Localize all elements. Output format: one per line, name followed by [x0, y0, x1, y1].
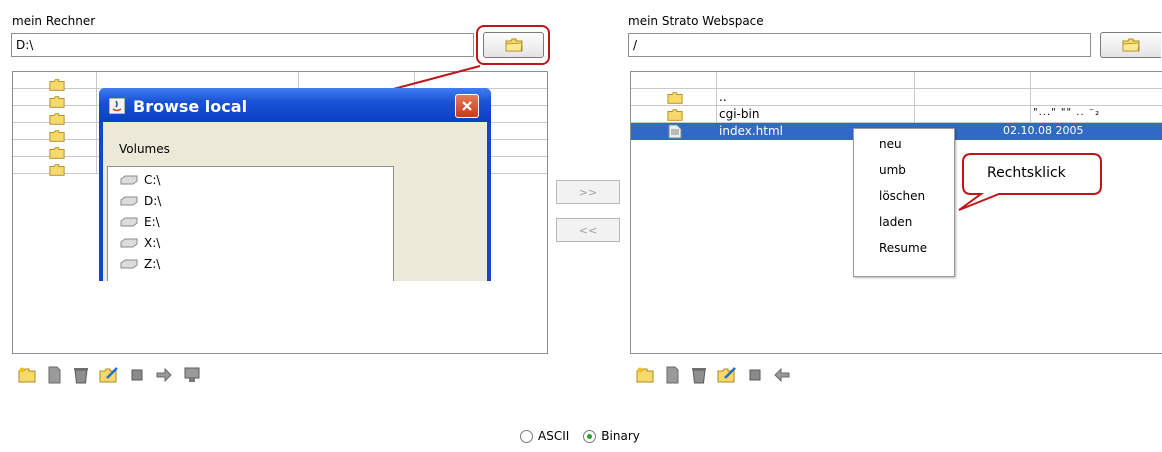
table-row[interactable]: .. — [631, 89, 1162, 106]
trash-icon[interactable] — [72, 366, 90, 384]
monitor-icon[interactable] — [182, 366, 202, 384]
stop-icon[interactable] — [128, 366, 146, 384]
drive-icon — [120, 175, 138, 185]
file-name: index.html — [719, 124, 783, 138]
local-toolbar — [18, 366, 202, 384]
volumes-label: Volumes — [119, 142, 170, 156]
menu-item-rename[interactable]: umb — [879, 163, 906, 177]
table-row[interactable]: cgi-bin "..." "" .. ⁻₂ — [631, 106, 1162, 123]
transfer-mode: ASCII Binary — [520, 429, 640, 443]
folder-icon — [49, 113, 65, 125]
trash-icon[interactable] — [690, 366, 708, 384]
java-icon — [109, 98, 125, 114]
rename-icon[interactable] — [99, 366, 119, 384]
file-icon — [668, 124, 682, 139]
arrow-right-icon[interactable] — [155, 366, 173, 384]
volumes-list[interactable]: C:\ D:\ E:\ X:\ Z:\ — [107, 166, 394, 281]
volume-item[interactable]: E:\ — [120, 212, 160, 232]
volume-item[interactable]: D:\ — [120, 191, 161, 211]
folder-icon — [49, 164, 65, 176]
callout-bubble — [958, 153, 1102, 211]
dialog-title: Browse local — [133, 97, 248, 116]
file-date: "..." "" .. ⁻₂ — [1033, 107, 1101, 118]
dialog-close-button[interactable] — [455, 94, 479, 118]
remote-browse-button[interactable] — [1100, 32, 1161, 58]
folder-icon — [49, 96, 65, 108]
menu-item-delete[interactable]: löschen — [879, 189, 925, 203]
folder-icon — [1122, 38, 1140, 52]
drive-icon — [120, 238, 138, 248]
arrow-left-icon[interactable] — [773, 366, 791, 384]
volume-label: D:\ — [144, 194, 162, 208]
binary-label: Binary — [601, 429, 640, 443]
new-folder-icon[interactable] — [636, 366, 654, 384]
callout-text: Rechtsklick — [987, 165, 1066, 181]
menu-item-load[interactable]: laden — [879, 215, 912, 229]
new-folder-icon[interactable] — [18, 366, 36, 384]
drive-icon — [120, 196, 138, 206]
close-icon — [462, 101, 472, 111]
volume-item[interactable]: X:\ — [120, 233, 160, 253]
volume-label: C:\ — [144, 173, 161, 187]
upload-button[interactable]: >> — [556, 180, 620, 204]
volume-item[interactable]: Z:\ — [120, 254, 160, 274]
folder-icon — [49, 147, 65, 159]
local-title: mein Rechner — [12, 14, 96, 28]
local-browse-button[interactable] — [483, 32, 544, 58]
stop-icon[interactable] — [746, 366, 764, 384]
remote-path-input[interactable]: / — [628, 33, 1091, 57]
context-menu: neu umb löschen laden Resume — [853, 128, 955, 277]
dialog-body: Volumes C:\ D:\ E:\ X:\ Z:\ — [103, 122, 487, 281]
drive-icon — [120, 217, 138, 227]
ascii-label: ASCII — [538, 429, 570, 443]
file-name: .. — [719, 90, 727, 104]
file-icon[interactable] — [663, 366, 681, 384]
folder-icon — [667, 92, 683, 104]
volume-label: Z:\ — [144, 257, 161, 271]
folder-icon — [49, 130, 65, 142]
folder-icon — [49, 79, 65, 91]
file-name: cgi-bin — [719, 107, 760, 121]
drive-icon — [120, 259, 138, 269]
remote-toolbar — [636, 366, 791, 384]
rename-icon[interactable] — [717, 366, 737, 384]
download-button[interactable]: << — [556, 218, 620, 242]
menu-item-new[interactable]: neu — [879, 137, 902, 151]
ascii-radio[interactable] — [520, 429, 533, 443]
volume-label: X:\ — [144, 236, 161, 250]
menu-item-resume[interactable]: Resume — [879, 241, 927, 255]
folder-icon — [505, 38, 522, 52]
binary-radio[interactable] — [583, 429, 597, 443]
remote-title: mein Strato Webspace — [628, 14, 764, 28]
file-icon[interactable] — [45, 366, 63, 384]
local-path-input[interactable]: D:\ — [11, 33, 474, 57]
folder-icon — [667, 109, 683, 121]
volume-item[interactable]: C:\ — [120, 170, 160, 190]
browse-local-dialog: Browse local Volumes C:\ D:\ E:\ X:\ Z:\ — [99, 88, 491, 281]
volume-label: E:\ — [144, 215, 160, 229]
file-date: 02.10.08 2005 — [1003, 124, 1084, 137]
